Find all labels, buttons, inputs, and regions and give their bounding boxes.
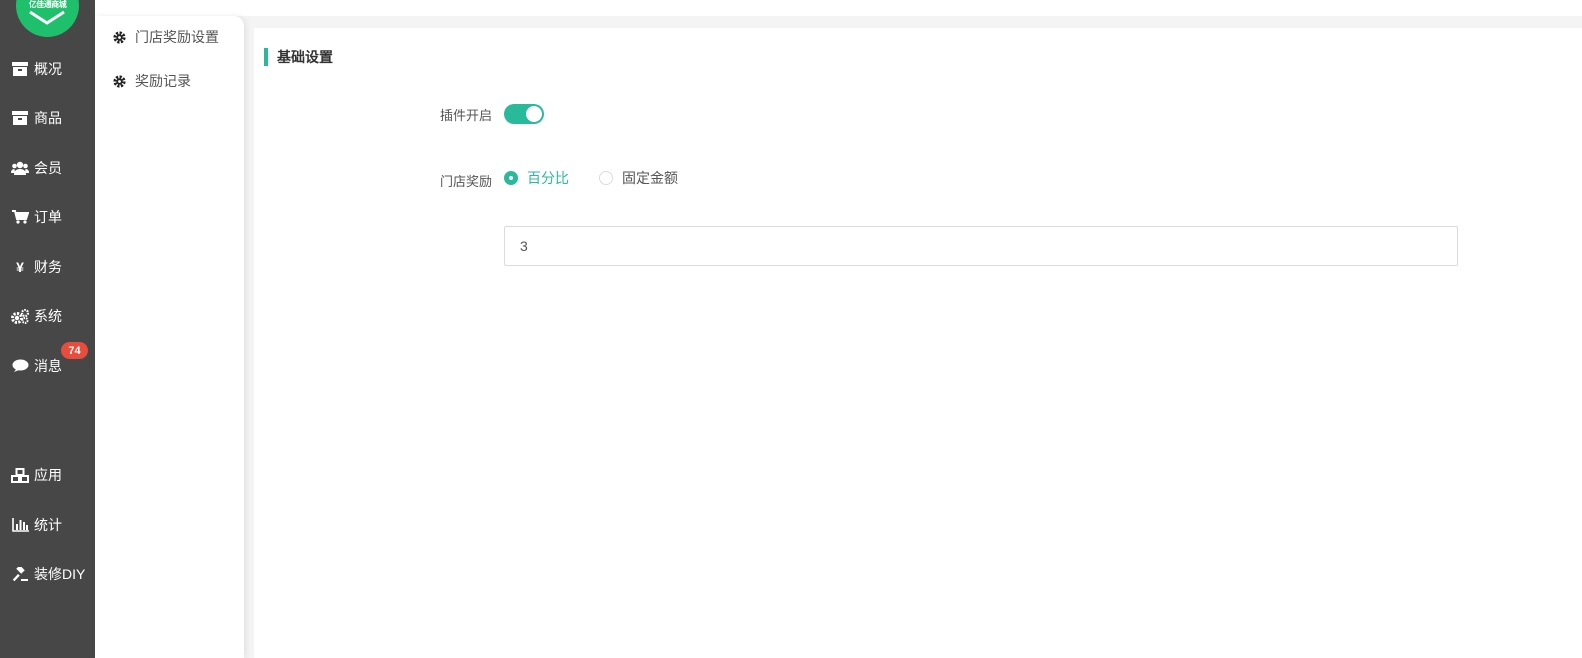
users-icon	[11, 161, 29, 175]
sidebar-item-label: 会员	[34, 160, 62, 176]
logo-text: 亿佳通商城	[28, 0, 67, 9]
sidebar-item-orders[interactable]: 订单	[0, 204, 95, 230]
sidebar-item-label: 系统	[34, 308, 62, 324]
radio-label: 百分比	[527, 170, 569, 186]
cart-icon	[11, 210, 29, 224]
cubes-icon	[11, 467, 29, 483]
subnav-item-label: 门店奖励设置	[135, 29, 219, 45]
radio-dot	[504, 171, 518, 185]
plugin-enabled-label: 插件开启	[439, 108, 492, 123]
sidebar-item-label: 统计	[34, 517, 62, 533]
radio-percentage[interactable]: 百分比	[504, 169, 569, 187]
brand-logo[interactable]: 亿佳通商城	[16, 0, 79, 37]
message-count-badge: 74	[61, 342, 88, 359]
sidebar-item-apps[interactable]: 应用	[0, 462, 95, 488]
sidebar-item-finance[interactable]: ¥ 财务	[0, 254, 95, 280]
gear-icon	[113, 30, 126, 44]
sidebar-item-label: 财务	[34, 259, 62, 275]
radio-dot	[599, 171, 613, 185]
radio-label: 固定金额	[622, 170, 678, 186]
sidebar-item-overview[interactable]: 概况	[0, 56, 95, 82]
comment-icon	[11, 359, 29, 373]
plugin-enabled-toggle[interactable]	[504, 104, 544, 124]
subnav-item-store-reward-settings[interactable]: 门店奖励设置	[113, 27, 219, 47]
cogs-icon	[11, 308, 29, 324]
sidebar-item-label: 消息	[34, 358, 62, 374]
plugin-subnav: 门店奖励设置 奖励记录	[95, 16, 244, 658]
bar-chart-icon	[11, 518, 29, 532]
sidebar-item-label: 应用	[34, 467, 62, 483]
sidebar-item-goods[interactable]: 商品	[0, 105, 95, 131]
main-sidebar: 亿佳通商城 概况 商品 会员 订单 ¥ 财务 系统 消息 74 应用 统计 装修…	[0, 0, 95, 658]
sidebar-item-label: 概况	[34, 61, 62, 77]
radio-fixed-amount[interactable]: 固定金额	[599, 169, 678, 187]
archive-icon	[11, 111, 29, 125]
chevron-down-icon	[29, 10, 65, 25]
sidebar-item-label: 装修DIY	[34, 566, 86, 582]
sidebar-item-statistics[interactable]: 统计	[0, 512, 95, 538]
toggle-knob	[526, 106, 542, 122]
top-bar	[95, 0, 1582, 16]
subnav-item-reward-records[interactable]: 奖励记录	[113, 71, 191, 91]
gear-icon	[113, 74, 126, 88]
sidebar-item-label: 订单	[34, 209, 62, 225]
subnav-item-label: 奖励记录	[135, 73, 191, 89]
settings-panel: 基础设置 插件开启 门店奖励 百分比 固定金额	[254, 28, 1582, 658]
archive-icon	[11, 62, 29, 76]
reward-amount-input[interactable]	[504, 226, 1458, 266]
yen-icon: ¥	[16, 259, 24, 275]
section-title: 基础设置	[264, 48, 333, 66]
sidebar-item-decorate-diy[interactable]: 装修DIY	[0, 561, 95, 587]
sidebar-item-members[interactable]: 会员	[0, 155, 95, 181]
sidebar-item-system[interactable]: 系统	[0, 303, 95, 329]
sidebar-item-label: 商品	[34, 110, 62, 126]
store-reward-label: 门店奖励	[439, 174, 492, 189]
gavel-icon	[11, 566, 29, 582]
